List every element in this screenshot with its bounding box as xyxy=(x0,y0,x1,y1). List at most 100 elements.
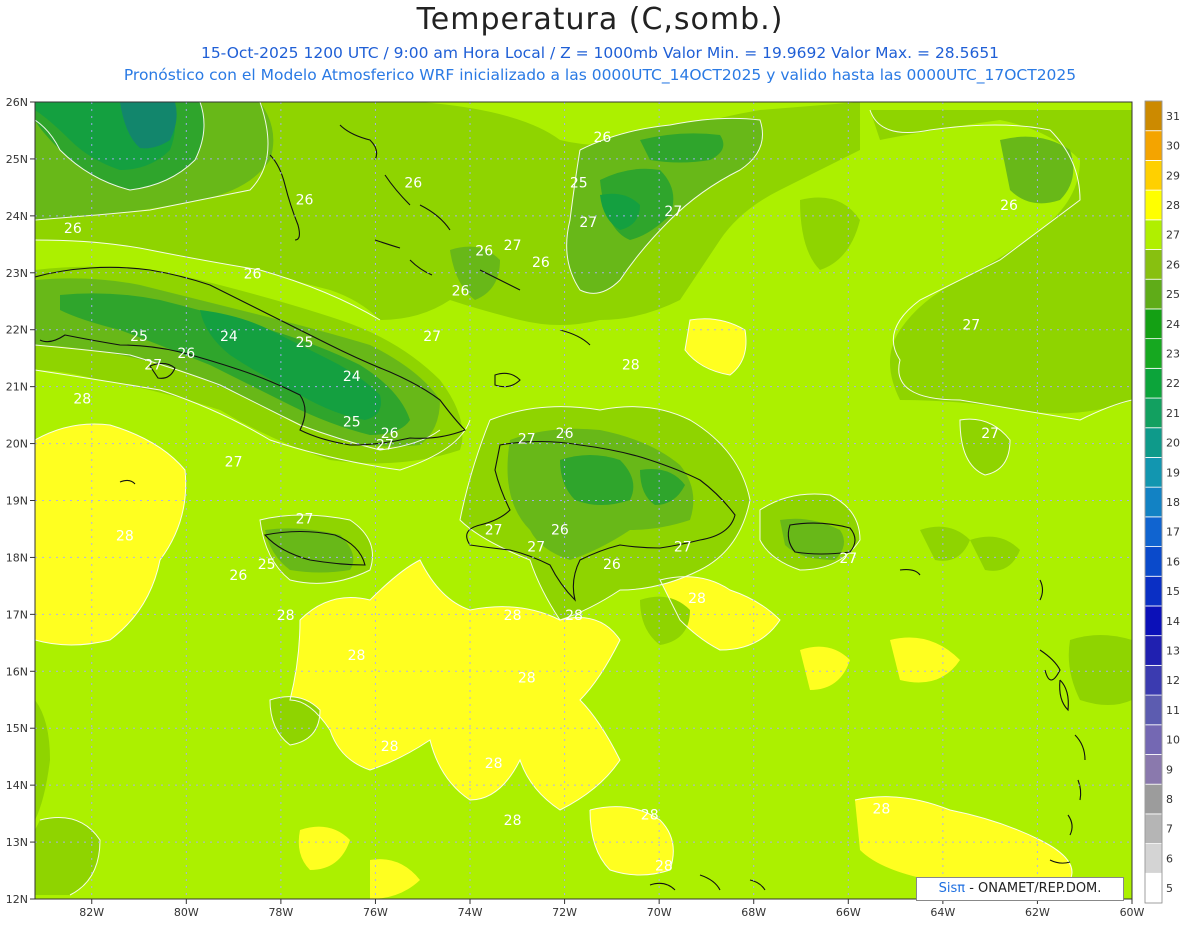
contour-label: 26 xyxy=(1000,198,1018,214)
lat-tick-label: 17N xyxy=(6,608,28,621)
colorbar-label: 5 xyxy=(1166,882,1173,895)
contour-label: 28 xyxy=(277,608,295,624)
contour-label: 24 xyxy=(220,329,238,345)
lon-tick-label: 72W xyxy=(552,906,577,919)
contour-label: 27 xyxy=(504,238,522,254)
contour-label: 28 xyxy=(518,671,536,687)
lat-tick-label: 21N xyxy=(6,381,28,394)
lat-tick-label: 24N xyxy=(6,210,28,223)
contour-label: 26 xyxy=(532,255,550,271)
contour-label: 26 xyxy=(593,130,611,146)
contour-label: 26 xyxy=(229,568,247,584)
contour-label: 25 xyxy=(296,335,314,351)
contour-label: 26 xyxy=(603,557,621,573)
lat-tick-label: 13N xyxy=(6,836,28,849)
colorbar-label: 9 xyxy=(1166,763,1173,776)
lat-tick-label: 18N xyxy=(6,551,28,564)
contour-label: 26 xyxy=(64,221,82,237)
colorbar-label: 30 xyxy=(1166,140,1180,153)
colorbar-swatch xyxy=(1144,843,1163,874)
lon-tick-label: 62W xyxy=(1025,906,1050,919)
lat-tick-label: 25N xyxy=(6,153,28,166)
colorbar-label: 11 xyxy=(1166,704,1180,717)
contour-label: 26 xyxy=(551,523,569,539)
contour-label: 27 xyxy=(376,437,394,453)
colorbar-label: 17 xyxy=(1166,526,1180,539)
colorbar-swatch xyxy=(1144,605,1163,637)
contour-label: 26 xyxy=(475,244,493,260)
colorbar-label: 20 xyxy=(1166,437,1180,450)
contour-label: 28 xyxy=(348,648,366,664)
lon-tick-label: 60W xyxy=(1120,906,1145,919)
contour-label: 27 xyxy=(664,204,682,220)
colorbar-swatch xyxy=(1144,160,1163,191)
colorbar-label: 21 xyxy=(1166,407,1180,420)
temperature-colorbar: 5 6 7 8 9 10 11 12 13 14 15 16 17 18 19 20 21 22 23 24 25 26 2… xyxy=(1144,100,1180,904)
colorbar-swatch xyxy=(1144,575,1163,607)
contour-label: 27 xyxy=(518,432,536,448)
colorbar-swatch xyxy=(1144,516,1163,547)
colorbar-label: 8 xyxy=(1166,793,1173,806)
colorbar-swatch xyxy=(1144,278,1163,310)
contour-label: 26 xyxy=(177,346,195,362)
temperature-map: 26 26 26 26 26 25 24 26 27 25 24 25 26 27 27 26 26 25 27 26… xyxy=(6,90,1180,919)
colorbar-swatch xyxy=(1144,813,1163,844)
colorbar-swatch xyxy=(1144,338,1163,369)
contour-label: 27 xyxy=(296,511,314,527)
colorbar-swatch xyxy=(1144,397,1163,429)
colorbar-label: 16 xyxy=(1166,555,1180,568)
colorbar-label: 26 xyxy=(1166,258,1180,271)
colorbar-label: 23 xyxy=(1166,347,1180,360)
contour-label: 26 xyxy=(556,426,574,442)
colorbar-label: 24 xyxy=(1166,318,1180,331)
lon-tick-label: 68W xyxy=(741,906,766,919)
colorbar-swatch xyxy=(1144,130,1163,161)
colorbar-swatch xyxy=(1144,367,1163,399)
colorbar-label: 13 xyxy=(1166,645,1180,658)
contour-label: 27 xyxy=(981,426,999,442)
colorbar-swatch xyxy=(1144,546,1163,577)
contour-label: 27 xyxy=(527,540,545,556)
colorbar-label: 25 xyxy=(1166,288,1180,301)
lon-tick-label: 64W xyxy=(930,906,955,919)
lat-tick-label: 19N xyxy=(6,495,28,508)
contour-label: 28 xyxy=(655,859,673,875)
contour-label: 27 xyxy=(839,551,857,567)
contour-label: 26 xyxy=(404,175,422,191)
colorbar-label: 14 xyxy=(1166,615,1180,628)
colorbar-swatch xyxy=(1144,486,1163,518)
colorbar-label: 18 xyxy=(1166,496,1180,509)
lat-tick-label: 14N xyxy=(6,779,28,792)
colorbar-swatch xyxy=(1144,189,1163,221)
colorbar-swatch xyxy=(1144,249,1163,280)
lon-tick-label: 78W xyxy=(268,906,293,919)
lon-tick-label: 82W xyxy=(79,906,104,919)
contour-label: 27 xyxy=(225,454,243,470)
contour-label: 25 xyxy=(570,175,588,191)
contour-label: 28 xyxy=(485,756,503,772)
colorbar-label: 10 xyxy=(1166,734,1180,747)
contour-label: 26 xyxy=(296,192,314,208)
contour-label: 27 xyxy=(868,90,886,106)
colorbar-label: 27 xyxy=(1166,229,1180,242)
colorbar-label: 7 xyxy=(1166,823,1173,836)
lat-tick-label: 26N xyxy=(6,96,28,109)
contour-label: 27 xyxy=(423,329,441,345)
colorbar-swatch xyxy=(1144,219,1163,250)
contour-label: 24 xyxy=(343,369,361,385)
contour-label: 28 xyxy=(565,608,583,624)
colorbar-label: 15 xyxy=(1166,585,1180,598)
colorbar-swatch xyxy=(1144,872,1163,904)
lon-tick-label: 66W xyxy=(836,906,861,919)
contour-label: 27 xyxy=(674,540,692,556)
colorbar-swatch xyxy=(1144,783,1163,815)
lon-tick-label: 76W xyxy=(363,906,388,919)
contour-label: 28 xyxy=(504,813,522,829)
colorbar-label: 19 xyxy=(1166,466,1180,479)
lat-tick-label: 16N xyxy=(6,665,28,678)
lat-tick-label: 22N xyxy=(6,324,28,337)
contour-label: 25 xyxy=(258,557,276,573)
colorbar-label: 31 xyxy=(1166,110,1180,123)
contour-label: 28 xyxy=(381,739,399,755)
contour-label: 28 xyxy=(641,807,659,823)
